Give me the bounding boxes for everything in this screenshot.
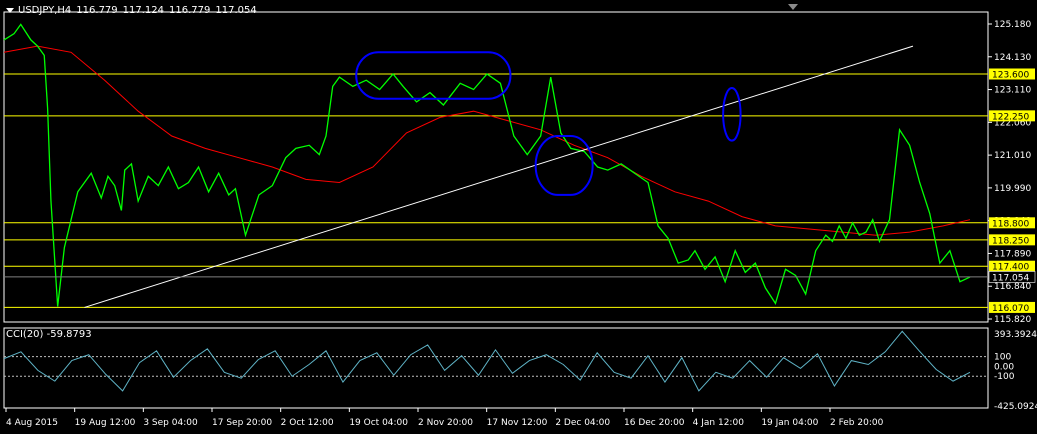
y-tick-label: 119.990 [994, 184, 1031, 194]
level-price-label: 118.800 [992, 219, 1029, 229]
cci-pane-frame [3, 327, 989, 409]
x-tick-label: 2 Nov 20:00 [418, 418, 473, 428]
current-price-label: 117.054 [992, 273, 1029, 283]
y-tick-label: 124.130 [994, 53, 1031, 63]
symbol-timeframe: USDJPY,H4 [18, 5, 72, 16]
price-pane-frame [3, 11, 989, 323]
cci-tick-label: -100 [994, 372, 1015, 382]
x-tick-label: 19 Jan 04:00 [761, 418, 818, 428]
annotation-ellipse [355, 51, 512, 100]
ohlc-open: 116.779 [76, 5, 118, 16]
chart-header: USDJPY,H4 116.779 117.124 116.779 117.054 [6, 5, 262, 16]
x-tick-label: 19 Oct 04:00 [349, 418, 408, 428]
x-tick-label: 17 Nov 12:00 [487, 418, 548, 428]
indicator-label: CCI(20) -59.8793 [6, 329, 92, 340]
annotation-ellipse [722, 86, 742, 142]
cci-tick-label: 0.00 [994, 362, 1014, 372]
level-price-label: 118.250 [992, 236, 1029, 246]
level-price-label: 122.250 [992, 112, 1029, 122]
annotation-ellipse [534, 135, 594, 196]
cci-tick-label: 100 [994, 353, 1011, 363]
chart-window[interactable]: 125.180 124.130 123.110 122.060 121.010 119.9… [0, 0, 1037, 434]
y-tick-label: 116.840 [994, 282, 1031, 292]
y-tick-label: 121.010 [994, 151, 1031, 161]
x-tick-label: 3 Sep 04:00 [143, 418, 198, 428]
cci-line [3, 330, 971, 392]
ohlc-low: 116.779 [169, 5, 211, 16]
x-tick-label: 2 Dec 04:00 [555, 418, 610, 428]
x-tick-label: 19 Aug 12:00 [75, 418, 136, 428]
price-line [3, 23, 971, 307]
y-tick-label: 125.180 [994, 20, 1031, 30]
x-tick-label: 2 Feb 20:00 [830, 418, 884, 428]
x-tick-label: 17 Sep 20:00 [212, 418, 272, 428]
level-price-label: 123.600 [992, 71, 1029, 81]
y-tick-label: 117.890 [994, 249, 1031, 259]
x-tick-label: 4 Aug 2015 [6, 418, 58, 428]
y-tick-label: 115.820 [994, 315, 1031, 325]
x-tick-label: 2 Oct 12:00 [281, 418, 334, 428]
ohlc-high: 117.124 [122, 5, 165, 16]
y-tick-label: 123.110 [994, 86, 1031, 96]
cci-tick-label: 393.3924 [994, 330, 1037, 340]
ohlc-close: 117.054 [215, 5, 257, 16]
level-price-label: 116.070 [992, 304, 1029, 314]
x-tick-label: 16 Dec 20:00 [624, 418, 685, 428]
price-chart[interactable]: 125.180124.130123.110122.060121.010119.9… [0, 0, 1037, 434]
trend-line [84, 45, 914, 308]
x-tick-label: 4 Jan 12:00 [693, 418, 745, 428]
chart-menu-triangle-icon[interactable] [6, 7, 14, 13]
cci-tick-label: -425.0924 [994, 402, 1037, 412]
chart-shift-marker-icon[interactable] [788, 4, 798, 10]
